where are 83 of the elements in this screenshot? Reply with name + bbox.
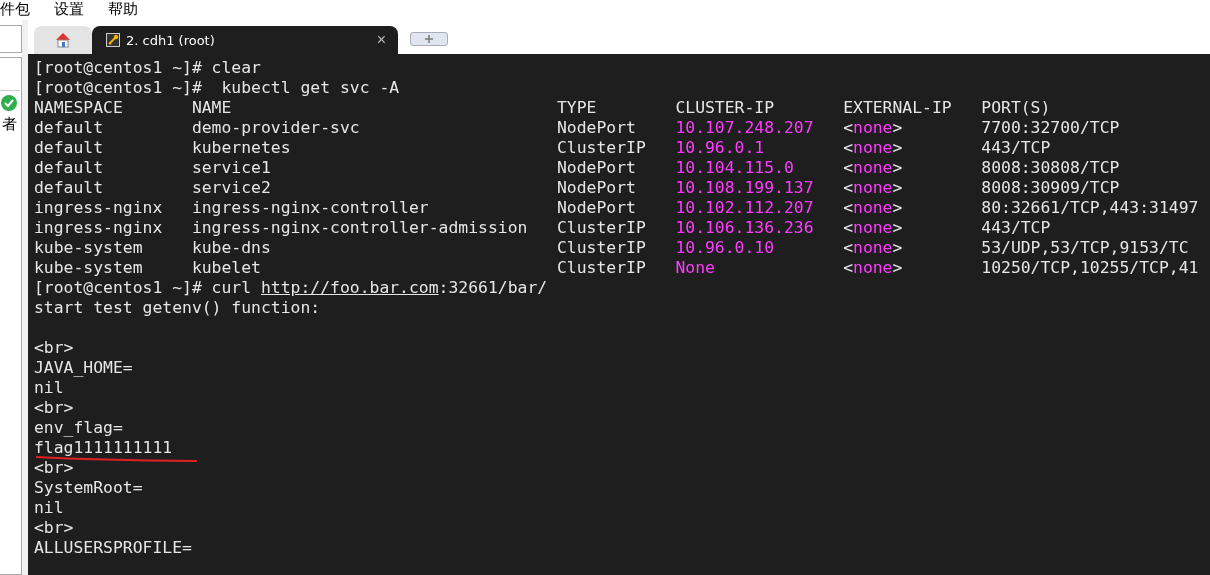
- name-cell-text: ingress-nginx-controller-admission: [191, 218, 529, 238]
- terminal-line: start test getenv() function:: [34, 298, 321, 318]
- name-cell-text: kubelet: [191, 258, 262, 278]
- ports-cell-text: 53/UDP,53/TCP,9153/TC: [981, 238, 1190, 258]
- terminal-line: <br>: [34, 338, 74, 358]
- terminal-line: nil: [34, 378, 64, 398]
- type-cell-text: NodePort: [557, 178, 637, 198]
- ports-cell-text: 80:32661/TCP,443:31497: [981, 198, 1200, 218]
- name-cell-text: kube-dns: [191, 238, 272, 258]
- menu-item[interactable]: 帮助: [108, 0, 138, 20]
- type-cell-text: NodePort: [557, 158, 637, 178]
- name-cell-text: service1: [191, 158, 272, 178]
- column-header: EXTERNAL-IP: [843, 98, 953, 118]
- type-cell-text: ClusterIP: [557, 218, 647, 238]
- external-ip-cell-text: <none>: [843, 138, 904, 158]
- command-line: [root@centos1 ~]# curl http://foo.bar.com:32661/bar/: [34, 278, 548, 298]
- external-ip-cell-text: <none>: [843, 238, 904, 258]
- ports-cell-text: 443/TCP: [981, 138, 1052, 158]
- new-tab-button[interactable]: [410, 32, 448, 46]
- close-button[interactable]: ×: [376, 31, 386, 49]
- namespace-cell-text: default: [34, 138, 105, 158]
- cluster-ip-cell-text: 10.106.136.236: [675, 218, 815, 238]
- terminal-line: [root@centos1 ~]# clear: [34, 58, 261, 78]
- ports-cell-text: 8008:30909/TCP: [981, 178, 1121, 198]
- name-cell-text: ingress-nginx-controller: [191, 198, 430, 218]
- terminal-line: JAVA_HOME=: [34, 358, 133, 378]
- type-cell-text: NodePort: [557, 118, 637, 138]
- terminal-line: SystemRoot=: [34, 478, 143, 498]
- namespace-cell-text: kube-system: [34, 238, 144, 258]
- side-label: 者: [2, 115, 17, 134]
- namespace-cell-text: kube-system: [34, 258, 144, 278]
- external-ip-cell-text: <none>: [843, 218, 904, 238]
- key-icon: [106, 33, 120, 47]
- name-cell-text: kubernetes: [191, 138, 292, 158]
- ports-cell-text: 7700:32700/TCP: [981, 118, 1121, 138]
- cluster-ip-cell-text: 10.104.115.0: [675, 158, 795, 178]
- url-link[interactable]: http://foo.bar.com: [260, 278, 439, 297]
- external-ip-cell-text: <none>: [843, 198, 904, 218]
- name-cell-text: service2: [191, 178, 272, 198]
- ports-cell-text: 8008:30808/TCP: [981, 158, 1121, 178]
- cluster-ip-cell-text: 10.96.0.10: [675, 238, 776, 258]
- column-header: NAMESPACE: [34, 98, 124, 118]
- namespace-cell-text: default: [34, 178, 105, 198]
- plus-icon: [425, 35, 433, 43]
- cluster-ip-cell-text: None: [675, 258, 716, 278]
- column-header: CLUSTER-IP: [675, 98, 776, 118]
- type-cell-text: ClusterIP: [557, 258, 647, 278]
- terminal-line: env_flag=: [34, 418, 123, 438]
- external-ip-cell-text: <none>: [843, 258, 904, 278]
- cluster-ip-cell-text: 10.107.248.207: [675, 118, 815, 138]
- column-header: PORT(S): [981, 98, 1052, 118]
- terminal-line: ALLUSERSPROFILE=: [34, 538, 192, 558]
- terminal-line: <br>: [34, 518, 74, 538]
- terminal-line: <br>: [34, 398, 74, 418]
- input-field[interactable]: [0, 25, 22, 53]
- type-cell-text: NodePort: [557, 198, 637, 218]
- ports-cell-text: 443/TCP: [981, 218, 1052, 238]
- terminal-line: flag1111111111: [34, 438, 173, 458]
- home-tab[interactable]: [34, 26, 92, 54]
- terminal-line: <br>: [34, 458, 74, 478]
- cluster-ip-cell-text: 10.108.199.137: [675, 178, 815, 198]
- menu-item[interactable]: 件包: [0, 0, 30, 20]
- external-ip-cell-text: <none>: [843, 178, 904, 198]
- ports-cell-text: 10250/TCP,10255/TCP,41: [981, 258, 1200, 278]
- type-cell-text: ClusterIP: [557, 138, 647, 158]
- namespace-cell-text: default: [34, 158, 105, 178]
- terminal-line: [root@centos1 ~]# kubectl get svc -A: [34, 78, 400, 98]
- namespace-cell-text: default: [34, 118, 105, 138]
- terminal-line: nil: [34, 498, 64, 518]
- cluster-ip-cell-text: 10.102.112.207: [675, 198, 815, 218]
- namespace-cell-text: ingress-nginx: [34, 198, 164, 218]
- column-header: NAME: [191, 98, 233, 118]
- menu-item[interactable]: 设置: [54, 0, 84, 20]
- namespace-cell-text: ingress-nginx: [34, 218, 164, 238]
- external-ip-cell-text: <none>: [843, 158, 904, 178]
- session-tab[interactable]: 2. cdh1 (root) ×: [92, 26, 398, 54]
- column-header: TYPE: [557, 98, 598, 118]
- external-ip-cell-text: <none>: [843, 118, 904, 138]
- type-cell-text: ClusterIP: [557, 238, 647, 258]
- tab-title: 2. cdh1 (root): [126, 32, 216, 48]
- house-icon: [54, 31, 72, 49]
- name-cell-text: demo-provider-svc: [191, 118, 361, 138]
- cluster-ip-cell-text: 10.96.0.1: [675, 138, 766, 158]
